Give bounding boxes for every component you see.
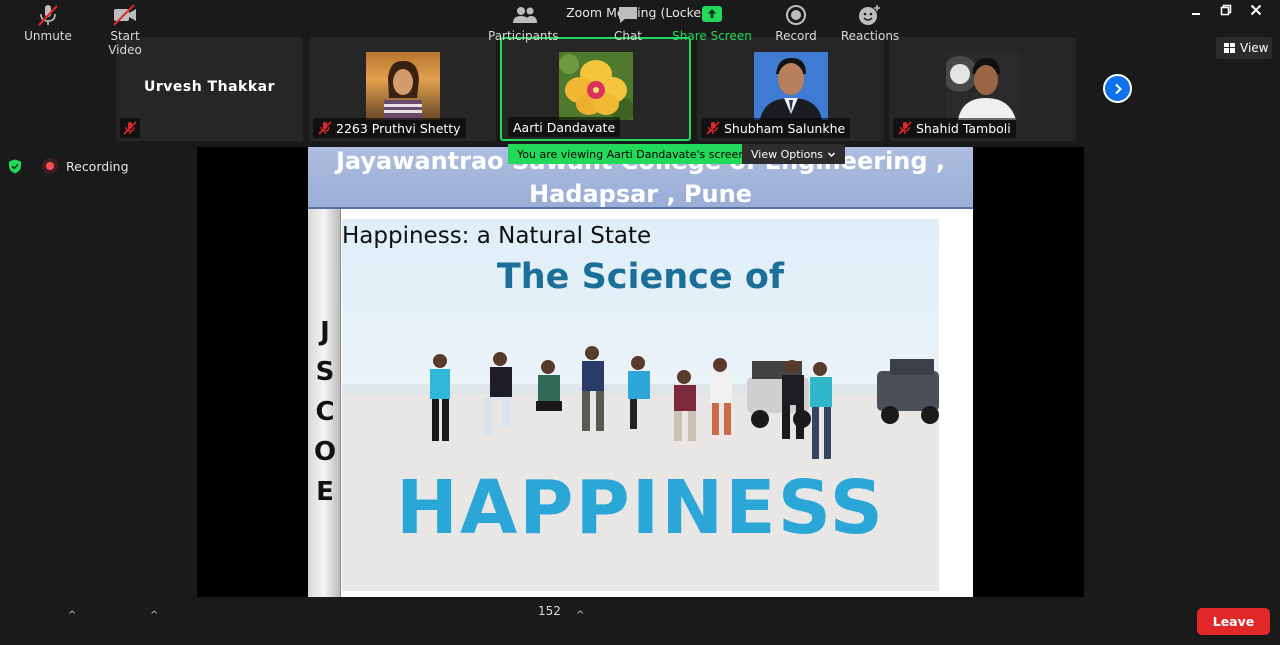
side-letter: S bbox=[315, 357, 335, 387]
mic-muted-icon bbox=[318, 121, 332, 135]
chevron-down-icon bbox=[828, 151, 836, 157]
participants-button[interactable]: Participants bbox=[488, 3, 559, 43]
participants-label: Participants bbox=[488, 29, 559, 43]
slide-header-line2: Hadapsar , Pune bbox=[528, 180, 753, 208]
participant-video bbox=[945, 52, 1020, 120]
view-options-button[interactable]: View Options bbox=[742, 144, 846, 164]
slide-side-letters: J S C O E bbox=[310, 312, 340, 512]
participant-name: Aarti Dandavate bbox=[513, 119, 616, 135]
unmute-button[interactable]: Unmute bbox=[22, 3, 74, 43]
chevron-right-icon bbox=[1114, 83, 1122, 94]
viewing-screen-banner: You are viewing Aarti Dandavate's screen bbox=[508, 144, 755, 164]
close-icon[interactable] bbox=[1247, 4, 1265, 22]
participant-video bbox=[753, 52, 828, 120]
mic-muted-icon bbox=[123, 121, 137, 135]
view-options-label: View Options bbox=[751, 147, 824, 161]
minimize-icon[interactable] bbox=[1187, 4, 1205, 22]
participant-name: 2263 Pruthvi Shetty bbox=[336, 120, 461, 136]
participant-label: Shubham Salunkhe bbox=[701, 118, 851, 138]
video-off-icon bbox=[113, 4, 136, 26]
participant-label: 2263 Pruthvi Shetty bbox=[313, 118, 466, 138]
security-shield-icon[interactable] bbox=[8, 159, 22, 174]
chat-icon bbox=[619, 7, 637, 23]
record-label: Record bbox=[775, 29, 817, 43]
leave-button[interactable]: Leave bbox=[1197, 608, 1270, 635]
slide-side-band: J S C O E bbox=[308, 209, 341, 597]
slide-happiness-text: HAPPINESS bbox=[396, 465, 885, 551]
meeting-toolbar bbox=[0, 597, 1280, 645]
chat-label: Chat bbox=[613, 29, 643, 43]
participants-icon bbox=[513, 7, 537, 23]
record-icon bbox=[786, 5, 806, 25]
participant-tile[interactable]: Shahid Tamboli bbox=[889, 37, 1076, 141]
participant-tile[interactable]: 2263 Pruthvi Shetty bbox=[309, 37, 496, 141]
view-button[interactable]: View bbox=[1216, 37, 1272, 59]
participant-label: Aarti Dandavate bbox=[508, 117, 621, 137]
side-letter: J bbox=[320, 317, 330, 347]
recording-indicator[interactable]: Recording bbox=[42, 158, 129, 174]
side-letter: C bbox=[315, 397, 335, 427]
participant-name: Shubham Salunkhe bbox=[724, 120, 846, 136]
participant-tile[interactable]: Shubham Salunkhe bbox=[697, 37, 884, 141]
participant-video bbox=[365, 52, 440, 120]
view-button-label: View bbox=[1240, 41, 1269, 55]
participant-label bbox=[120, 118, 140, 138]
reactions-label: Reactions bbox=[840, 29, 900, 43]
side-letter: O bbox=[313, 437, 337, 467]
gallery-icon bbox=[1224, 43, 1235, 53]
start-video-button[interactable]: Start Video bbox=[92, 3, 158, 57]
reactions-icon bbox=[859, 5, 880, 25]
recording-label: Recording bbox=[66, 158, 129, 174]
share-screen-icon bbox=[702, 6, 722, 22]
side-letter: E bbox=[316, 477, 334, 507]
mic-muted-icon bbox=[706, 121, 720, 135]
participant-tile-active[interactable]: Aarti Dandavate bbox=[500, 37, 691, 141]
participants-count: 152 bbox=[538, 604, 561, 618]
participant-name-center: Urvesh Thakkar bbox=[143, 79, 275, 95]
restore-icon[interactable] bbox=[1217, 4, 1235, 22]
participant-name: Shahid Tamboli bbox=[916, 120, 1011, 136]
record-button[interactable]: Record bbox=[773, 3, 819, 43]
mic-muted-icon bbox=[898, 121, 912, 135]
participants-options-caret[interactable]: ^ bbox=[576, 610, 584, 621]
audio-options-caret[interactable]: ^ bbox=[68, 610, 76, 621]
shared-slide: Jayawantrao Sawant College of Engineerin… bbox=[308, 147, 973, 597]
start-video-label: Start Video bbox=[108, 29, 142, 57]
unmute-label: Unmute bbox=[24, 29, 72, 43]
share-screen-button[interactable]: Share Screen bbox=[672, 3, 752, 43]
participant-video bbox=[558, 52, 633, 120]
share-screen-label: Share Screen bbox=[672, 29, 752, 43]
slide-science-text: The Science of bbox=[496, 257, 785, 297]
recording-icon bbox=[42, 158, 58, 174]
chat-button[interactable]: Chat bbox=[608, 3, 648, 43]
participant-label: Shahid Tamboli bbox=[893, 118, 1016, 138]
video-options-caret[interactable]: ^ bbox=[150, 610, 158, 621]
reactions-button[interactable]: Reactions bbox=[840, 3, 900, 43]
next-page-button[interactable] bbox=[1103, 74, 1132, 103]
slide-picture-title: Happiness: a Natural State bbox=[342, 223, 652, 249]
mic-muted-icon bbox=[38, 5, 58, 26]
